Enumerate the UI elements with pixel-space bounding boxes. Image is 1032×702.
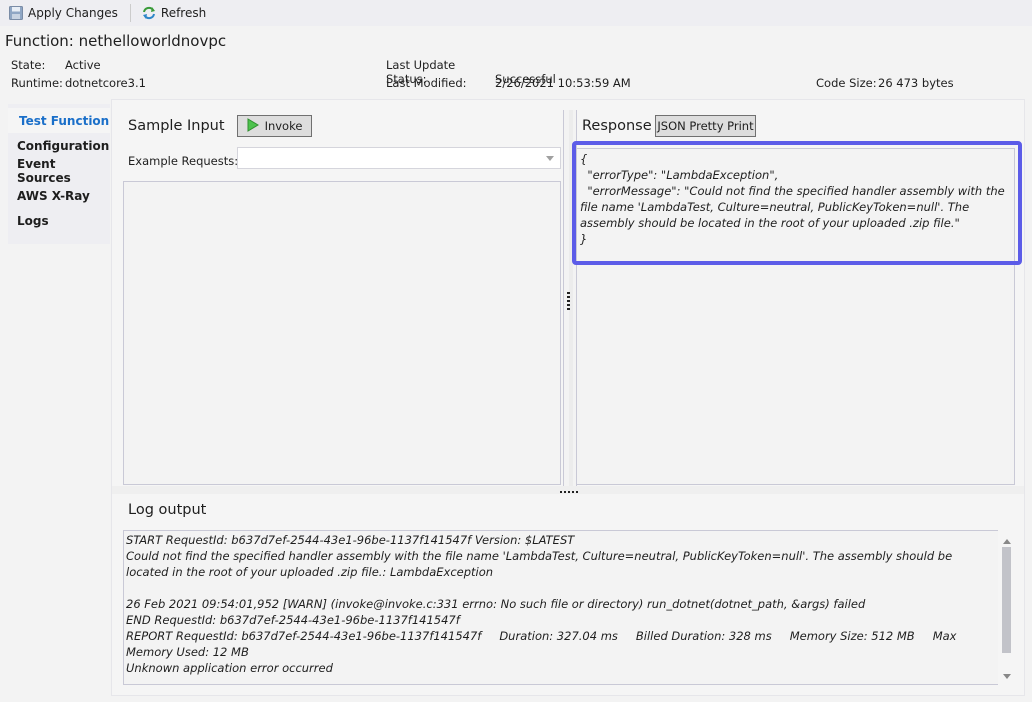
code-size-row: Code Size:26 473 bytes [816, 76, 954, 90]
refresh-label: Refresh [160, 6, 207, 20]
log-report-field: REPORT RequestId: b637d7ef-2544-43e1-96b… [126, 629, 482, 643]
log-line: 26 Feb 2021 09:54:01,952 [WARN] (invoke@… [126, 597, 866, 611]
response-title: Response [582, 118, 652, 134]
sidebar-item-label: Test Function [19, 113, 110, 128]
vertical-splitter[interactable] [563, 110, 577, 486]
refresh-button[interactable]: Refresh [137, 2, 210, 24]
log-scrollbar[interactable] [1000, 531, 1014, 685]
function-title: Function: nethelloworldnovpc [5, 32, 227, 50]
runtime-row: Runtime: dotnetcore3.1 [11, 76, 146, 90]
scroll-thumb[interactable] [1002, 547, 1011, 653]
sidebar-item-test-function[interactable]: Test Function [8, 108, 110, 133]
save-disk-icon [8, 5, 24, 21]
log-line: REPORT RequestId: b637d7ef-2544-43e1-96b… [126, 628, 996, 660]
invoke-label: Invoke [264, 119, 303, 133]
last-modified-row: Last Modified: 2/26/2021 10:53:59 AM [386, 76, 631, 90]
play-triangle-icon [247, 117, 259, 135]
log-line: START RequestId: b637d7ef-2544-43e1-96be… [126, 533, 575, 547]
last-modified-label: Last Modified: [386, 76, 467, 90]
sample-input-editor[interactable] [123, 181, 561, 485]
log-output-title: Log output [128, 502, 207, 518]
sidebar-item-label: Event Sources [17, 156, 71, 185]
sidebar-item-event-sources[interactable]: Event Sources [8, 156, 110, 185]
code-size-value: 26 473 bytes [878, 76, 954, 90]
runtime-value: dotnetcore3.1 [65, 76, 146, 90]
json-pretty-print-button[interactable]: JSON Pretty Print [655, 115, 756, 137]
state-value: Active [65, 58, 101, 72]
log-line: Could not find the specified handler ass… [126, 549, 953, 579]
vertical-splitter-grip-icon[interactable] [567, 292, 570, 312]
sidebar-item-label: AWS X-Ray [17, 188, 90, 203]
apply-changes-button[interactable]: Apply Changes [4, 2, 122, 24]
log-report-field: Duration: 327.04 ms [499, 629, 618, 643]
scroll-down-arrow-icon[interactable] [1003, 674, 1011, 679]
log-report-field: Memory Size: 512 MB [789, 629, 915, 643]
json-pretty-print-label: JSON Pretty Print [657, 119, 754, 133]
log-line: Unknown application error occurred [126, 661, 333, 675]
invoke-button[interactable]: Invoke [237, 115, 312, 137]
code-size-label: Code Size: [816, 76, 877, 90]
chevron-down-icon [546, 156, 554, 161]
sidebar-item-logs[interactable]: Logs [8, 208, 110, 233]
sidebar-item-label: Logs [17, 213, 49, 228]
sidebar-nav: Test Function Configuration Event Source… [8, 104, 110, 244]
example-requests-select[interactable] [237, 147, 561, 169]
scroll-up-arrow-icon[interactable] [1003, 539, 1011, 544]
apply-changes-label: Apply Changes [28, 6, 118, 20]
state-row: State: Active [11, 58, 101, 72]
sidebar-item-configuration[interactable]: Configuration [8, 133, 110, 158]
log-line: END RequestId: b637d7ef-2544-43e1-96be-1… [126, 613, 460, 627]
example-requests-label: Example Requests: [128, 154, 239, 168]
response-text: { "errorType": "LambdaException", "error… [580, 152, 1005, 246]
last-modified-value: 2/26/2021 10:53:59 AM [495, 76, 631, 90]
toolbar: Apply Changes Refresh [0, 0, 1032, 26]
state-label: State: [11, 58, 46, 72]
sidebar-item-label: Configuration [17, 138, 110, 153]
refresh-arrows-icon [141, 5, 157, 21]
toolbar-separator [129, 4, 131, 22]
sidebar-item-aws-x-ray[interactable]: AWS X-Ray [8, 183, 110, 208]
horizontal-splitter-grip-icon[interactable] [560, 491, 580, 494]
runtime-label: Runtime: [11, 76, 63, 90]
sample-input-title: Sample Input [128, 118, 225, 134]
log-output-text: START RequestId: b637d7ef-2544-43e1-96be… [126, 532, 996, 676]
log-report-field: Billed Duration: 328 ms [635, 629, 772, 643]
